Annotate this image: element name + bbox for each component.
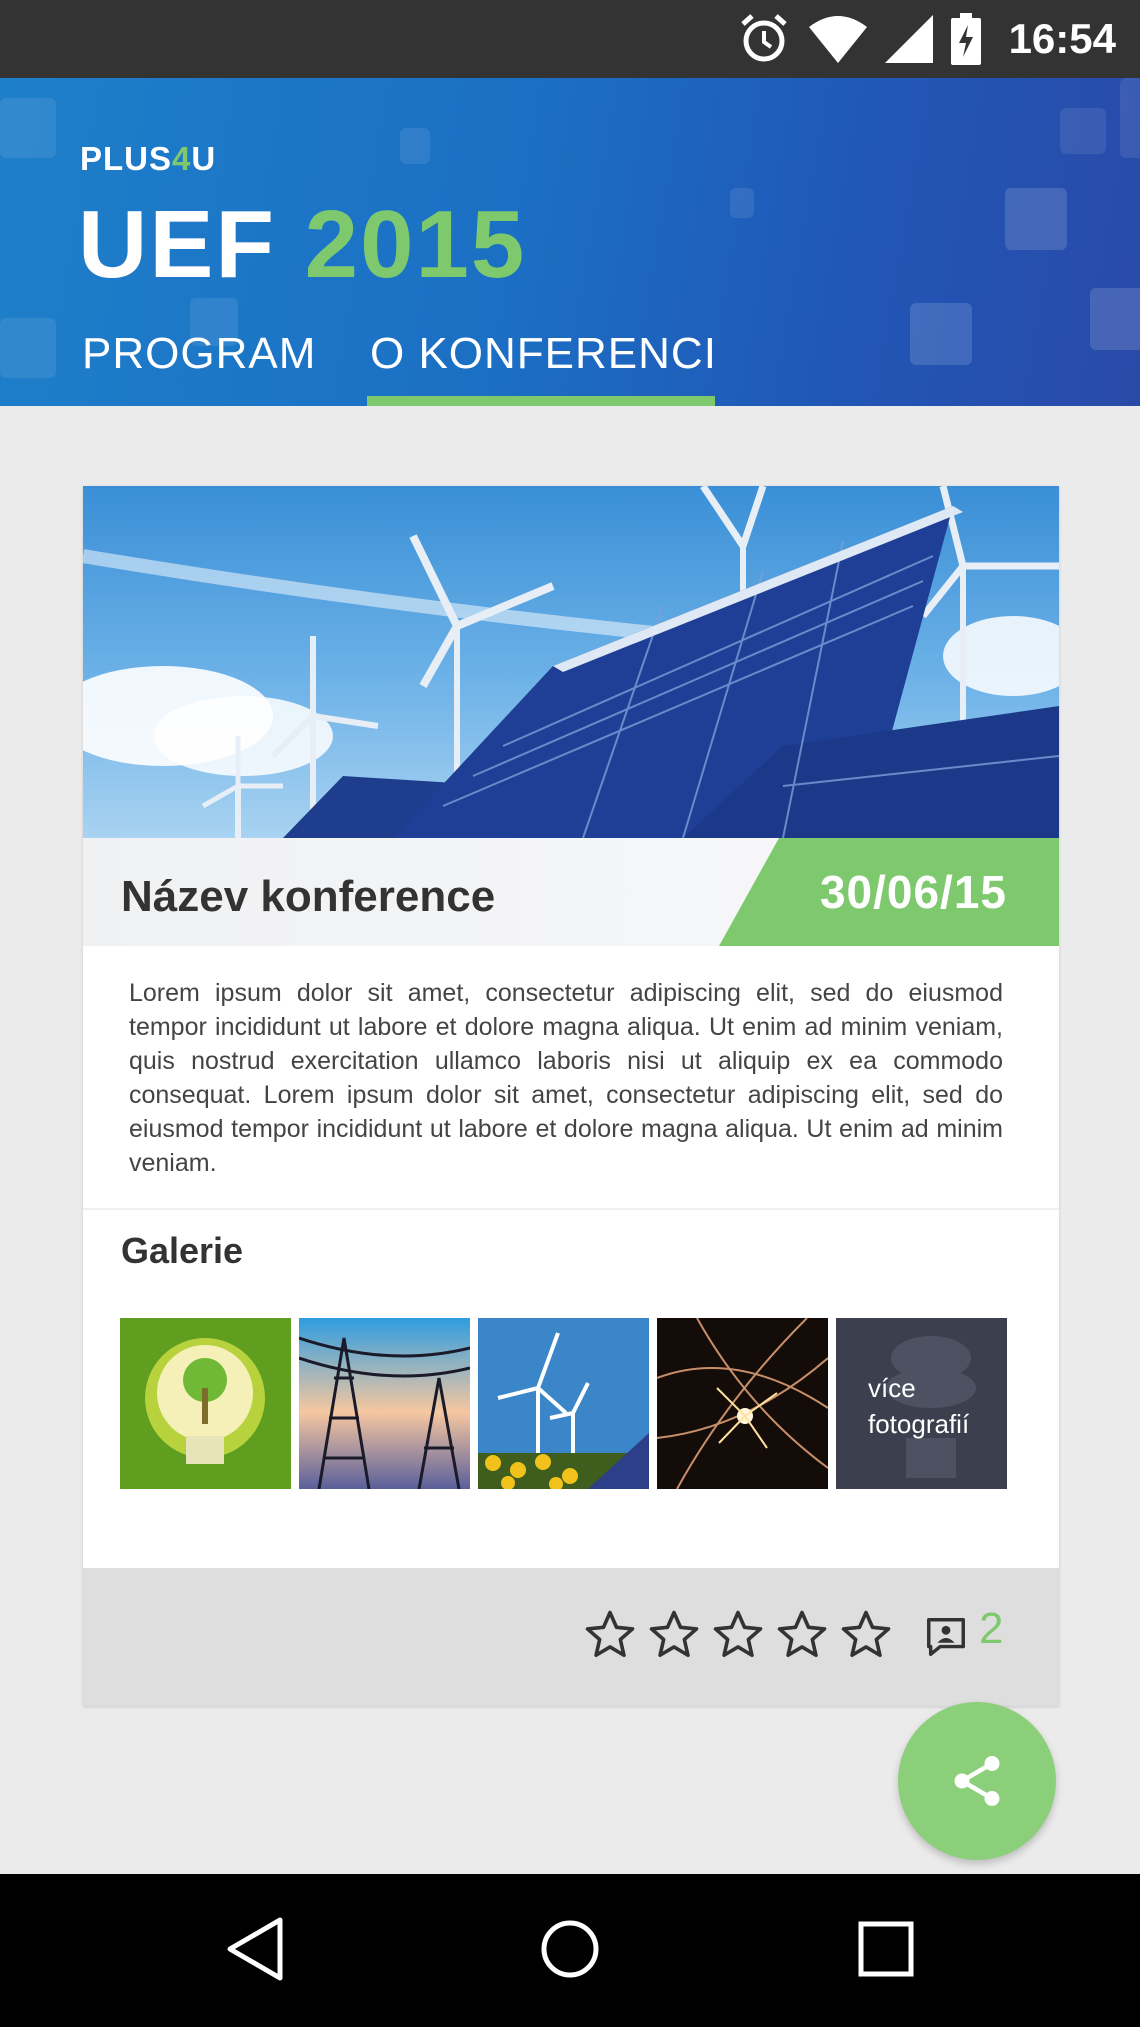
app-title-main: UEF	[78, 191, 276, 298]
rating-stars[interactable]	[583, 1608, 893, 1662]
star-icon[interactable]	[583, 1608, 637, 1662]
star-icon[interactable]	[647, 1608, 701, 1662]
conference-date: 30/06/15	[819, 866, 1007, 918]
divider	[83, 1208, 1059, 1210]
app-header: PLUS4U UEF 2015 PROGRAM O KONFERENCI	[0, 78, 1140, 406]
recents-icon[interactable]	[853, 1914, 919, 1984]
share-icon	[954, 1756, 1000, 1806]
comment-icon[interactable]	[923, 1614, 969, 1660]
conference-hero-image	[83, 486, 1059, 838]
conference-name: Název konference	[121, 872, 496, 921]
conference-description: Lorem ipsum dolor sit amet, consectetur …	[129, 979, 1003, 1177]
gallery-thumbnails: více fotografií	[120, 1318, 1007, 1489]
share-button[interactable]	[898, 1702, 1056, 1860]
more-photos-label: více fotografií	[868, 1373, 970, 1439]
gallery-thumb-wind-turbines[interactable]	[478, 1318, 649, 1489]
gallery-thumb-power-lines[interactable]	[299, 1318, 470, 1489]
star-icon[interactable]	[711, 1608, 765, 1662]
home-icon[interactable]	[537, 1914, 603, 1984]
app-title-year: 2015	[304, 191, 527, 298]
status-time: 16:54	[1008, 15, 1116, 62]
navigation-bar	[0, 1874, 1140, 2027]
brand-logo: PLUS4U	[80, 140, 217, 177]
gallery-more-photos[interactable]: více fotografií	[836, 1318, 1007, 1489]
star-icon[interactable]	[839, 1608, 893, 1662]
status-bar: 16:54	[0, 0, 1140, 78]
star-icon[interactable]	[775, 1608, 829, 1662]
alarm-icon	[737, 12, 791, 66]
tab-bar: PROGRAM O KONFERENCI	[0, 318, 1140, 406]
conference-card: Název konference 30/06/15 Lorem ipsum do…	[83, 486, 1059, 1706]
gallery-title: Galerie	[121, 1230, 244, 1271]
wifi-icon	[808, 15, 867, 63]
tab-program[interactable]: PROGRAM	[82, 318, 316, 406]
back-icon[interactable]	[222, 1914, 288, 1984]
gallery-thumb-lightbulb[interactable]	[120, 1318, 291, 1489]
gallery-thumb-sparks[interactable]	[657, 1318, 828, 1489]
conference-title-band: Název konference 30/06/15	[83, 838, 1059, 946]
signal-icon	[884, 15, 933, 63]
card-footer: 2	[83, 1568, 1059, 1706]
battery-charging-icon	[950, 13, 981, 65]
active-tab-indicator	[367, 396, 715, 406]
tab-o-konferenci[interactable]: O KONFERENCI	[370, 318, 717, 406]
app-title: UEF 2015	[78, 190, 526, 300]
comment-count: 2	[979, 1604, 1004, 1653]
